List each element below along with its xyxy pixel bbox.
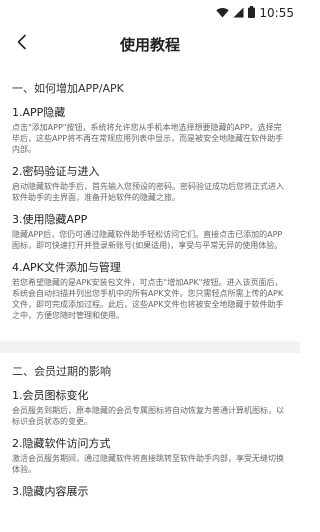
item-body: 隐藏APP后，您仍可通过隐藏软件助手轻松访问它们。直接点击已添加的APP图标，即… (12, 230, 283, 250)
item-body: 启动隐藏软件助手后，首先输入您预设的密码。密码验证成功后您将正式进入软件助手的主… (12, 182, 284, 202)
tutorial-item: 4.APK文件添加与管理 若您希望隐藏的是APK安装包文件，可点击"增加APK"… (12, 261, 288, 321)
item-title: 1.APP隐藏 (12, 106, 66, 119)
cellular-signal-icon (233, 3, 244, 22)
section-membership-expiry: 二、会员过期的影响 1.会员图标变化 会员服务到期后，原本隐藏的会员专属图标将自… (0, 353, 300, 519)
section-title: 一、如何增加APP/APK (12, 82, 124, 95)
item-title: 2.隐藏软件访问方式 (12, 437, 111, 450)
tutorial-item: 3.隐藏内容展示 (12, 485, 288, 499)
item-body: 激活会员服务期间，通过隐藏软件将直接跳转至软件助手内部，享受无缝切换体验。 (12, 454, 284, 474)
page-title: 使用教程 (119, 36, 180, 54)
item-body: 点击"添加APP"按钮，系统将允许您从手机本地选择想要隐藏的APP。选择完毕后，… (12, 123, 284, 154)
tutorial-item: 2.隐藏软件访问方式 激活会员服务期间，通过隐藏软件将直接跳转至软件助手内部，享… (12, 437, 288, 475)
battery-icon (248, 3, 256, 22)
item-body: 若您希望隐藏的是APK安装包文件，可点击"增加APK"按钮。进入该页面后，系统会… (12, 278, 284, 320)
item-title: 4.APK文件添加与管理 (12, 261, 121, 274)
item-body: 会员服务到期后，原本隐藏的会员专属图标将自动恢复为普通计算机图标，以标识会员状态… (12, 406, 284, 426)
tutorial-content[interactable]: 一、如何增加APP/APK 1.APP隐藏 点击"添加APP"按钮，系统将允许您… (0, 74, 300, 532)
tutorial-item: 1.会员图标变化 会员服务到期后，原本隐藏的会员专属图标将自动恢复为普通计算机图… (12, 389, 288, 427)
item-title: 1.会员图标变化 (12, 389, 89, 402)
item-title: 2.密码验证与进入 (12, 165, 100, 178)
status-icons: 10:55 (216, 3, 294, 22)
status-bar: 10:55 (0, 0, 300, 24)
status-time: 10:55 (259, 5, 294, 20)
item-title: 3.隐藏内容展示 (12, 485, 89, 498)
section-title: 二、会员过期的影响 (12, 365, 111, 378)
tutorial-item: 3.使用隐藏APP 隐藏APP后，您仍可通过隐藏软件助手轻松访问它们。直接点击已… (12, 213, 288, 251)
section-add-app: 一、如何增加APP/APK 1.APP隐藏 点击"添加APP"按钮，系统将允许您… (0, 74, 300, 341)
tutorial-item: 2.密码验证与进入 启动隐藏软件助手后，首先输入您预设的密码。密码验证成功后您将… (12, 165, 288, 203)
section-divider (0, 341, 300, 353)
tutorial-item: 1.APP隐藏 点击"添加APP"按钮，系统将允许您从手机本地选择想要隐藏的AP… (12, 106, 288, 155)
wifi-icon (216, 3, 230, 22)
item-title: 3.使用隐藏APP (12, 213, 88, 226)
app-bar: 使用教程 (0, 24, 300, 64)
